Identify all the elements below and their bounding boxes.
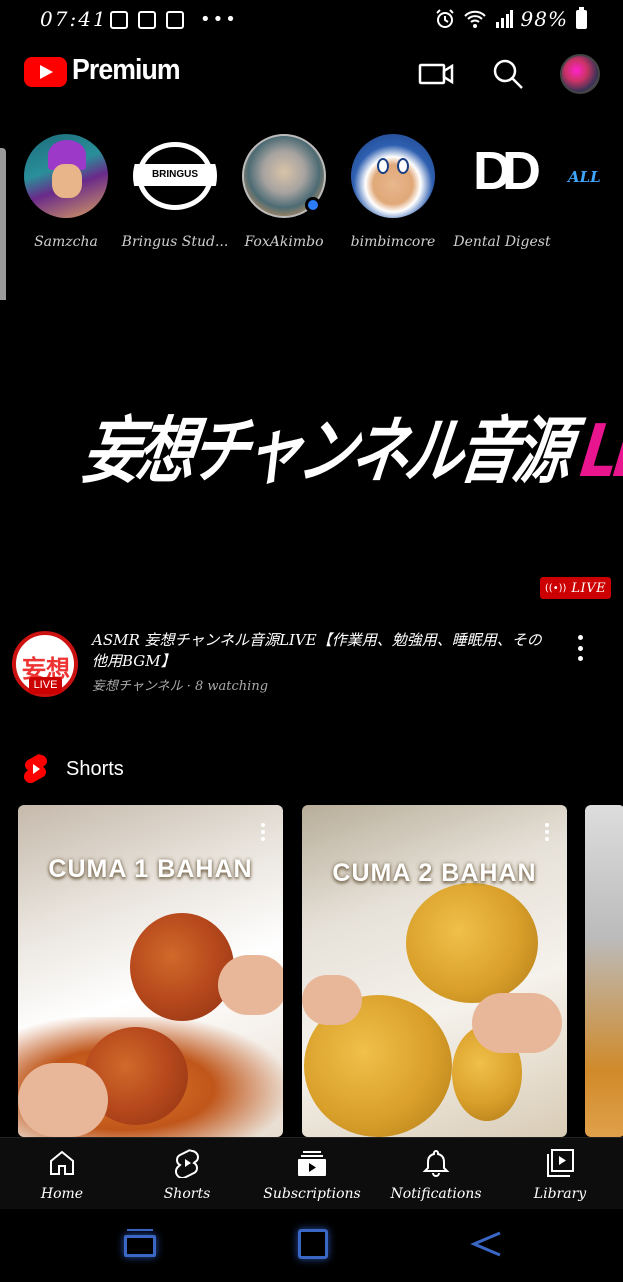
subscription-channel[interactable]: Samzcha (11, 130, 121, 250)
video-camera-icon (418, 63, 454, 85)
subscriptions-icon (298, 1151, 326, 1176)
short-video-card[interactable]: CUMA 1 BAHAN (18, 805, 283, 1137)
notification-icons: ••• (110, 9, 238, 30)
live-badge: ((•)) LIVE (540, 577, 611, 599)
subscriptions-strip: Samzcha BRINGUS Studios Bringus Stud... … (0, 130, 623, 260)
create-video-button[interactable] (418, 56, 454, 92)
status-bar: 07:41 ••• 98% (0, 0, 623, 38)
shorts-logo-icon (24, 754, 47, 784)
battery-icon (576, 6, 587, 29)
recent-apps-icon (127, 1229, 153, 1231)
recent-apps-button[interactable] (124, 1229, 156, 1259)
library-icon (547, 1149, 574, 1177)
nav-home[interactable]: Home (7, 1138, 117, 1210)
channel-avatar (351, 134, 435, 218)
channel-avatar (24, 134, 108, 218)
channel-name: Bringus Stud... (121, 234, 229, 250)
shorts-icon (174, 1149, 200, 1180)
subscription-channel[interactable]: FoxAkimbo (229, 130, 339, 250)
more-notifications-icon: ••• (200, 9, 238, 30)
premium-wordmark[interactable]: Premium (72, 54, 181, 87)
live-badge-label: LIVE (571, 580, 607, 596)
account-avatar[interactable] (560, 54, 600, 94)
nav-notifications[interactable]: Notifications (381, 1138, 491, 1210)
nav-label: Home (40, 1186, 84, 1202)
live-video-thumbnail[interactable]: 妄想チャンネル音源LIVE (0, 300, 623, 605)
android-navigation-bar (0, 1209, 623, 1282)
channel-name: Samzcha (34, 234, 98, 250)
nav-shorts[interactable]: Shorts (132, 1138, 242, 1210)
bell-icon (422, 1149, 450, 1177)
short-more-options-button[interactable] (261, 823, 267, 841)
youtube-logo-icon[interactable] (24, 57, 67, 87)
battery-percent: 98% (520, 7, 568, 31)
short-video-card-partial[interactable] (585, 805, 623, 1137)
home-icon (50, 1150, 74, 1175)
short-caption: CUMA 1 BAHAN (48, 855, 253, 883)
video-title[interactable]: ASMR 妄想チャンネル音源LIVE【作業用、勉強用、睡眠用、その他用BGM】 (92, 630, 552, 672)
gallery-icon (138, 10, 156, 29)
channel-name: Dental Digest (453, 234, 551, 250)
subscription-channel[interactable]: bimbimcore (338, 130, 448, 250)
back-arrow-icon (470, 1231, 501, 1257)
short-caption: CUMA 2 BAHAN (332, 859, 537, 887)
new-content-dot-icon (305, 197, 321, 213)
back-button[interactable] (470, 1229, 502, 1259)
nav-label: Subscriptions (263, 1186, 361, 1202)
alarm-icon (435, 9, 454, 28)
broadcast-icon: ((•)) (544, 582, 567, 594)
subscription-channel[interactable]: DD Dental Digest (447, 130, 557, 250)
nav-label: Shorts (163, 1186, 211, 1202)
channel-live-pill: LIVE (29, 677, 62, 694)
search-icon (493, 59, 523, 89)
video-subtitle: 妄想チャンネル · 8 watching (92, 679, 269, 694)
system-icons: 98% (435, 6, 587, 31)
channel-name: FoxAkimbo (244, 234, 324, 250)
search-button[interactable] (490, 56, 526, 92)
more-options-button[interactable] (568, 633, 592, 663)
short-video-card[interactable]: CUMA 2 BAHAN (302, 805, 567, 1137)
bottom-navigation: Home Shorts Subscriptions Notifications … (0, 1137, 623, 1209)
all-subscriptions-link[interactable]: ALL (568, 168, 601, 186)
status-time: 07:41 (40, 7, 108, 31)
notification-p-icon (110, 10, 128, 29)
dental-logo-text: DD (473, 141, 541, 201)
thumbnail-live-word: LIVE (576, 408, 623, 494)
short-more-options-button[interactable] (545, 823, 551, 841)
notification-p2-icon (166, 10, 184, 29)
video-details[interactable]: 妄想 LIVE ASMR 妄想チャンネル音源LIVE【作業用、勉強用、睡眠用、そ… (0, 625, 623, 705)
channel-avatar: BRINGUS Studios (133, 134, 217, 218)
channel-avatar: DD (460, 134, 544, 218)
nav-library[interactable]: Library (505, 1138, 615, 1210)
home-square-icon (298, 1229, 328, 1259)
nav-label: Notifications (390, 1186, 482, 1202)
channel-name: bimbimcore (350, 234, 436, 250)
subscription-channel[interactable]: BRINGUS Studios Bringus Stud... (120, 130, 230, 250)
wifi-icon (463, 10, 486, 28)
signal-icon (495, 10, 513, 28)
bringus-logo-text: BRINGUS Studios (133, 164, 217, 202)
nav-label: Library (533, 1186, 587, 1202)
shorts-section-header: Shorts (0, 748, 623, 792)
home-system-button[interactable] (298, 1229, 330, 1259)
shorts-section-title: Shorts (66, 758, 124, 780)
app-header: Premium (0, 46, 623, 102)
thumbnail-title-jp: 妄想チャンネル音源 (77, 408, 574, 494)
nav-subscriptions[interactable]: Subscriptions (257, 1138, 367, 1210)
thumbnail-title: 妄想チャンネル音源LIVE (77, 392, 623, 497)
